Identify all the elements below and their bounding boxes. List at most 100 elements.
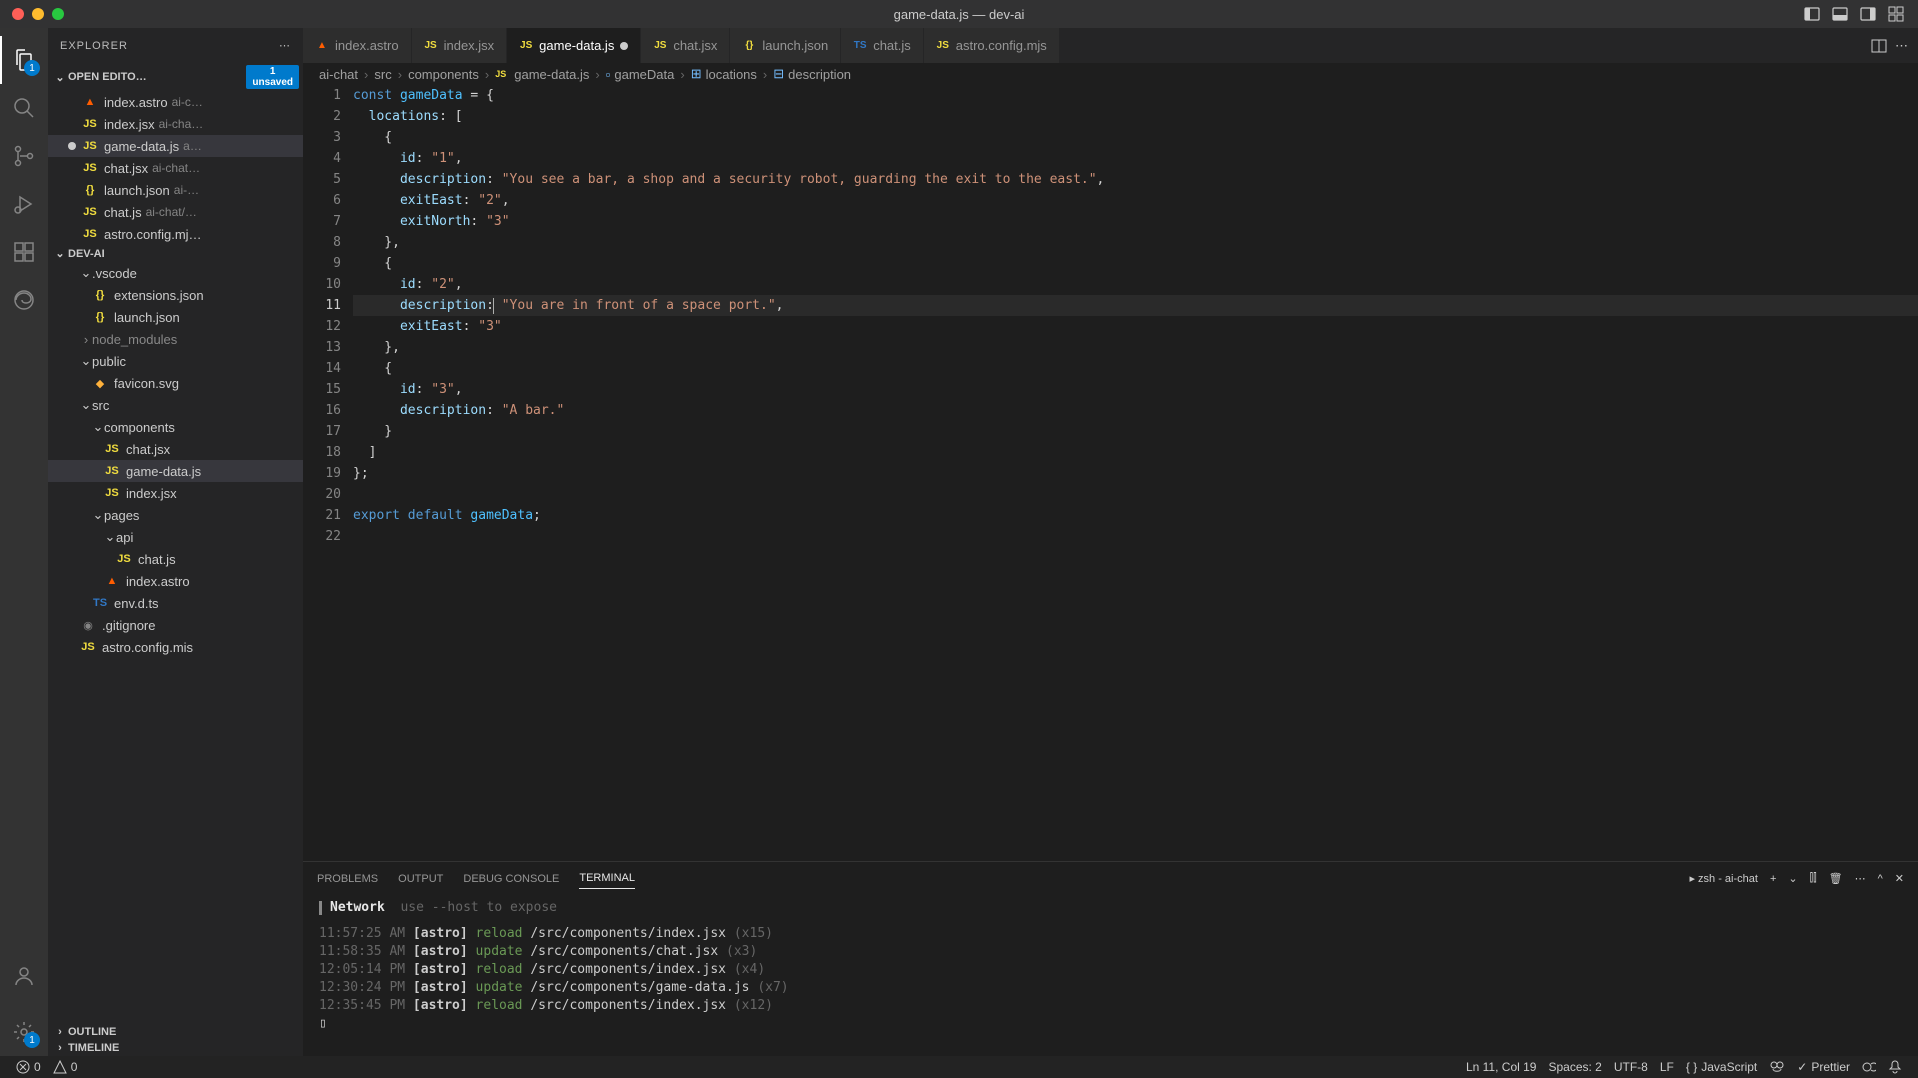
status-warnings[interactable]: 0 xyxy=(47,1060,84,1074)
file-index-astro[interactable]: ▲index.astro xyxy=(48,570,303,592)
file-astro-config[interactable]: JSastro.config.mis xyxy=(48,636,303,658)
activity-extensions-icon[interactable] xyxy=(0,228,48,276)
status-eol[interactable]: LF xyxy=(1654,1059,1680,1075)
layout-panel-icon[interactable] xyxy=(1828,4,1852,24)
activity-source-control-icon[interactable] xyxy=(0,132,48,180)
split-terminal-icon[interactable]: ⫿⫿ xyxy=(1810,872,1817,885)
editor-body[interactable]: 12345678910111213141516171819202122 cons… xyxy=(303,85,1918,861)
layout-sidebar-right-icon[interactable] xyxy=(1856,4,1880,24)
status-bell-icon[interactable] xyxy=(1882,1059,1908,1075)
terminal-dropdown-icon[interactable]: ⌄ xyxy=(1788,872,1797,885)
workspace-header[interactable]: ⌄ DEV-AI xyxy=(48,245,303,262)
customize-layout-icon[interactable] xyxy=(1884,4,1908,24)
editor-tab[interactable]: ▲index.astro xyxy=(303,28,412,63)
folder-vscode[interactable]: ⌄.vscode xyxy=(48,262,303,284)
folder-api[interactable]: ⌄api xyxy=(48,526,303,548)
status-prettier[interactable]: ✓ Prettier xyxy=(1791,1059,1856,1075)
statusbar: 0 0 Ln 11, Col 19 Spaces: 2 UTF-8 LF { }… xyxy=(0,1056,1918,1078)
file-env-dts[interactable]: TSenv.d.ts xyxy=(48,592,303,614)
open-editors-header[interactable]: ⌄ OPEN EDITO… 1unsaved xyxy=(48,63,303,91)
editor-tab[interactable]: TSchat.js xyxy=(841,28,924,63)
activity-settings-icon[interactable]: 1 xyxy=(0,1008,48,1056)
unsaved-badge: 1unsaved xyxy=(246,65,299,89)
terminal-body[interactable]: Network use --host to expose 11:57:25 AM… xyxy=(303,895,1918,1056)
terminal-more-icon[interactable]: ⋯ xyxy=(1855,872,1866,885)
file-index-jsx[interactable]: JSindex.jsx xyxy=(48,482,303,504)
chevron-right-icon: › xyxy=(52,1026,68,1038)
chevron-down-icon: ⌄ xyxy=(52,71,68,84)
file-game-data-js[interactable]: JSgame-data.js xyxy=(48,460,303,482)
tab-problems[interactable]: PROBLEMS xyxy=(317,869,378,889)
status-indentation[interactable]: Spaces: 2 xyxy=(1542,1059,1607,1075)
activity-debug-icon[interactable] xyxy=(0,180,48,228)
window-controls xyxy=(0,8,64,20)
status-feedback-icon[interactable] xyxy=(1856,1059,1882,1075)
maximize-window-icon[interactable] xyxy=(52,8,64,20)
activity-account-icon[interactable] xyxy=(0,952,48,1000)
minimize-window-icon[interactable] xyxy=(32,8,44,20)
activity-search-icon[interactable] xyxy=(0,84,48,132)
tab-debug-console[interactable]: DEBUG CONSOLE xyxy=(463,869,559,889)
open-editor-item[interactable]: JSchat.jsai-chat/… xyxy=(48,201,303,223)
activity-bar: 1 1 xyxy=(0,28,48,1056)
kill-terminal-icon[interactable]: 🗑 xyxy=(1829,872,1843,885)
maximize-panel-icon[interactable]: ^ xyxy=(1878,873,1883,885)
tab-terminal[interactable]: TERMINAL xyxy=(579,868,635,889)
open-editor-item[interactable]: ▲index.astroai-c… xyxy=(48,91,303,113)
editor-tab[interactable]: JSchat.jsx xyxy=(641,28,730,63)
code-content[interactable]: const gameData = { locations: [ { id: "1… xyxy=(353,85,1918,861)
status-cursor-position[interactable]: Ln 11, Col 19 xyxy=(1460,1059,1543,1075)
terminal-log-line: 11:58:35 AM [astro] update /src/componen… xyxy=(319,943,1902,961)
terminal-log-line: 11:57:25 AM [astro] reload /src/componen… xyxy=(319,925,1902,943)
editor-tab[interactable]: {}launch.json xyxy=(730,28,841,63)
breadcrumbs[interactable]: ai-chat› src› components› JSgame-data.js… xyxy=(303,63,1918,85)
chevron-right-icon: › xyxy=(52,1042,68,1054)
file-extensions-json[interactable]: {}extensions.json xyxy=(48,284,303,306)
folder-src[interactable]: ⌄src xyxy=(48,394,303,416)
tab-output[interactable]: OUTPUT xyxy=(398,869,443,889)
chevron-down-icon: ⌄ xyxy=(52,247,68,260)
folder-pages[interactable]: ⌄pages xyxy=(48,504,303,526)
activity-edge-icon[interactable] xyxy=(0,276,48,324)
tab-more-icon[interactable]: ⋯ xyxy=(1895,38,1908,54)
sidebar-more-icon[interactable]: ⋯ xyxy=(279,39,291,52)
open-editor-item[interactable]: JSgame-data.jsa… xyxy=(48,135,303,157)
open-editor-item[interactable]: {}launch.jsonai-… xyxy=(48,179,303,201)
open-editor-item[interactable]: JSchat.jsxai-chat… xyxy=(48,157,303,179)
tabs-bar: ▲index.astroJSindex.jsxJSgame-data.jsJSc… xyxy=(303,28,1918,63)
status-language[interactable]: { } JavaScript xyxy=(1680,1059,1763,1075)
file-gitignore[interactable]: ◉.gitignore xyxy=(48,614,303,636)
folder-node-modules[interactable]: ›node_modules xyxy=(48,328,303,350)
outline-header[interactable]: › OUTLINE xyxy=(48,1024,303,1040)
file-launch-json[interactable]: {}launch.json xyxy=(48,306,303,328)
status-copilot-icon[interactable] xyxy=(1763,1059,1791,1075)
terminal-name[interactable]: ▸ zsh - ai-chat xyxy=(1689,872,1758,885)
sidebar: EXPLORER ⋯ ⌄ OPEN EDITO… 1unsaved ▲index… xyxy=(48,28,303,1056)
activity-explorer-icon[interactable]: 1 xyxy=(0,36,48,84)
bottom-panel: PROBLEMS OUTPUT DEBUG CONSOLE TERMINAL ▸… xyxy=(303,861,1918,1056)
status-errors[interactable]: 0 xyxy=(10,1060,47,1074)
new-terminal-icon[interactable]: + xyxy=(1770,873,1776,885)
split-editor-icon[interactable] xyxy=(1871,38,1887,54)
editor-tab[interactable]: JSindex.jsx xyxy=(412,28,508,63)
modified-dot-icon xyxy=(68,142,76,150)
open-editor-item[interactable]: JSastro.config.mj… xyxy=(48,223,303,245)
timeline-header[interactable]: › TIMELINE xyxy=(48,1040,303,1056)
folder-public[interactable]: ⌄public xyxy=(48,350,303,372)
editor-area: ▲index.astroJSindex.jsxJSgame-data.jsJSc… xyxy=(303,28,1918,1056)
editor-tab[interactable]: JSgame-data.js xyxy=(507,28,641,63)
file-favicon[interactable]: ◆favicon.svg xyxy=(48,372,303,394)
file-chat-js[interactable]: JSchat.js xyxy=(48,548,303,570)
status-encoding[interactable]: UTF-8 xyxy=(1608,1059,1654,1075)
close-window-icon[interactable] xyxy=(12,8,24,20)
dirty-indicator-icon xyxy=(620,42,628,50)
layout-sidebar-left-icon[interactable] xyxy=(1800,4,1824,24)
editor-tab[interactable]: JSastro.config.mjs xyxy=(924,28,1060,63)
open-editor-item[interactable]: JSindex.jsxai-cha… xyxy=(48,113,303,135)
close-panel-icon[interactable]: ✕ xyxy=(1895,872,1904,885)
window-title: game-data.js — dev-ai xyxy=(894,7,1025,22)
terminal-log-line: 12:30:24 PM [astro] update /src/componen… xyxy=(319,979,1902,997)
line-gutter: 12345678910111213141516171819202122 xyxy=(303,85,353,861)
folder-components[interactable]: ⌄components xyxy=(48,416,303,438)
file-chat-jsx[interactable]: JSchat.jsx xyxy=(48,438,303,460)
